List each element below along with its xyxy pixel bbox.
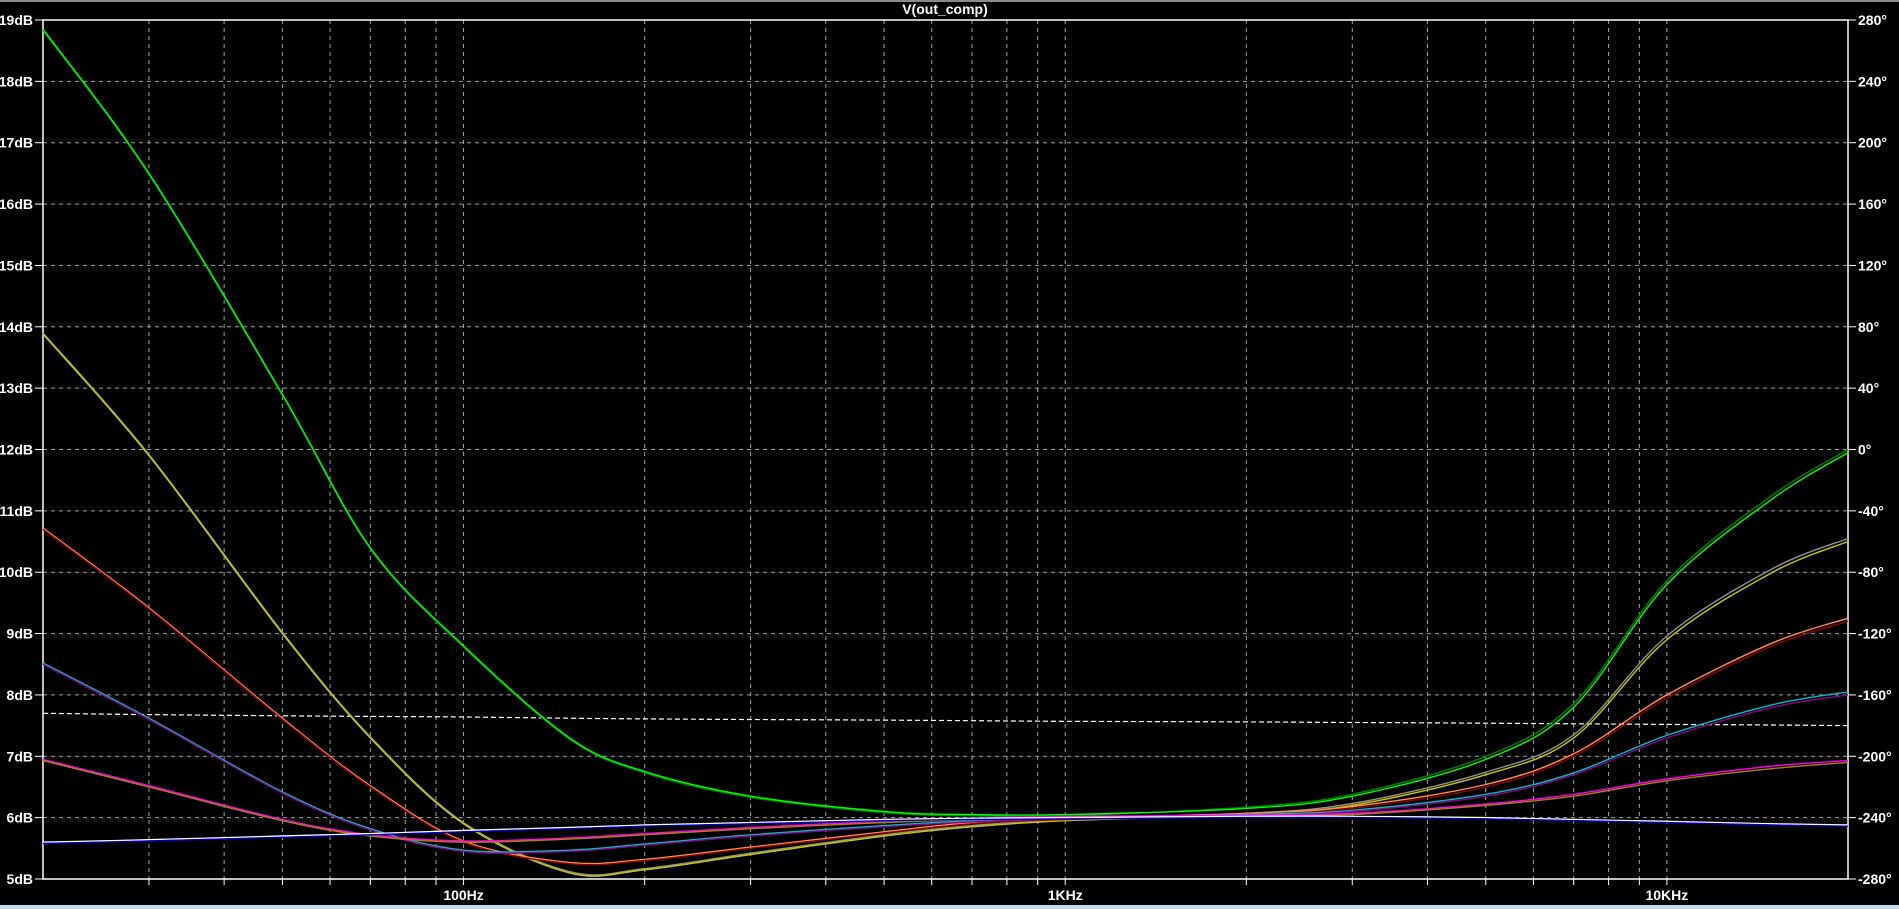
- bode-plot: V(out_comp) 5dB 6dB 7dB 8dB 9dB 10dB 11dB 12dB 1…: [0, 1, 1892, 903]
- y-tick-label: 16dB: [0, 196, 33, 212]
- x-tick-label: 100Hz: [443, 887, 483, 903]
- y2-tick-label: 120°: [1858, 257, 1887, 273]
- series-step1b: [42, 28, 1849, 816]
- chart-title: V(out_comp): [902, 1, 988, 17]
- y2-tick-label: 280°: [1858, 12, 1887, 28]
- y2-tick-label: -280°: [1858, 871, 1892, 887]
- y2-tick-label: -160°: [1858, 687, 1892, 703]
- y-tick-label: 6dB: [7, 810, 33, 826]
- y2-tick-label: -240°: [1858, 810, 1892, 826]
- x-tick-label: 10KHz: [1645, 887, 1688, 903]
- y2-tick-label: -80°: [1858, 564, 1884, 580]
- curves: [42, 28, 1849, 877]
- y2-tick-label: 200°: [1858, 135, 1887, 151]
- y-tick-label: 10dB: [0, 564, 33, 580]
- y-tick-label: 13dB: [0, 380, 33, 396]
- y2-tick-label: -200°: [1858, 748, 1892, 764]
- y2-tick-label: 240°: [1858, 73, 1887, 89]
- series-step2b: [42, 333, 1849, 877]
- y-tick-label: 8dB: [7, 687, 33, 703]
- y2-tick-label: 40°: [1858, 380, 1879, 396]
- y-tick-label: 14dB: [0, 319, 33, 335]
- series-step1a: [42, 29, 1849, 818]
- y-tick-label: 5dB: [7, 871, 33, 887]
- y-tick-label: 9dB: [7, 626, 33, 642]
- y-tick-label: 11dB: [0, 503, 33, 519]
- x-tick-label: 1KHz: [1048, 887, 1083, 903]
- y2-tick-label: -120°: [1858, 626, 1892, 642]
- y-tick-label: 7dB: [7, 748, 33, 764]
- series-phase: [42, 712, 1849, 727]
- y-tick-label: 17dB: [0, 135, 33, 151]
- y2-tick-label: -40°: [1858, 503, 1884, 519]
- axes: 5dB 6dB 7dB 8dB 9dB 10dB 11dB 12dB 13dB 14dB 15dB 1…: [0, 12, 1892, 903]
- window-bottom-border: [0, 905, 1899, 909]
- y2-tick-label: 80°: [1858, 319, 1879, 335]
- series-step3a: [42, 527, 1849, 865]
- y-tick-label: 19dB: [0, 12, 33, 28]
- y-tick-label: 12dB: [0, 442, 33, 458]
- y2-tick-label: 0°: [1858, 442, 1871, 458]
- y-tick-label: 18dB: [0, 73, 33, 89]
- y2-tick-label: 160°: [1858, 196, 1887, 212]
- y-tick-label: 15dB: [0, 257, 33, 273]
